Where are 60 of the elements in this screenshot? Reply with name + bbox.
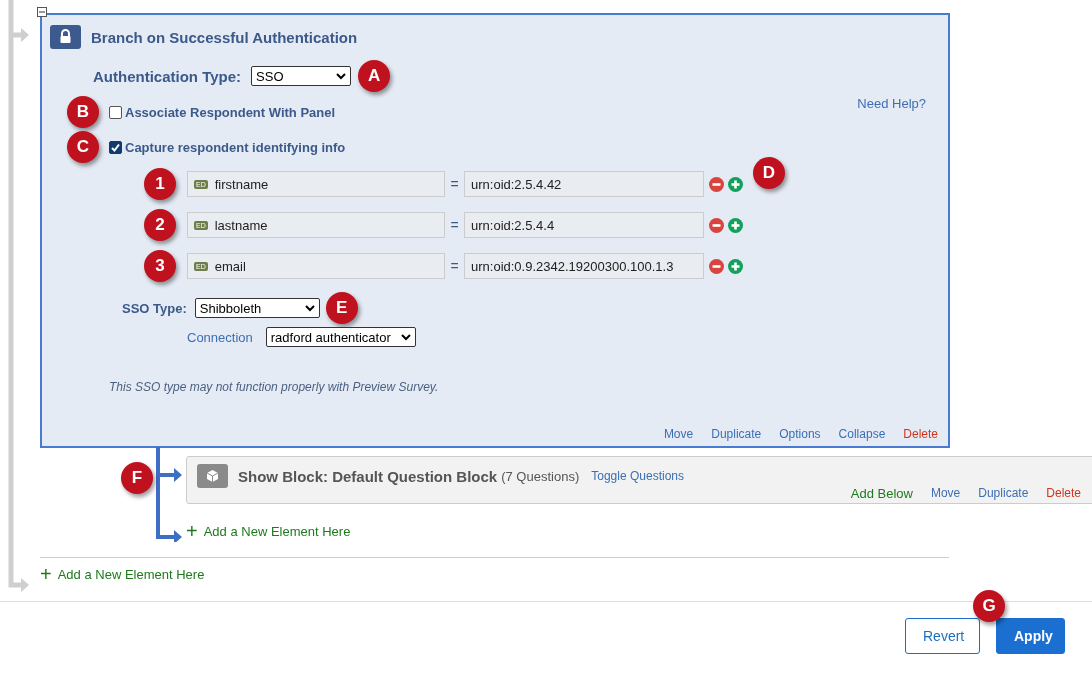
remove-icon[interactable] [709, 176, 724, 192]
field-value: email [214, 258, 246, 274]
add-icon[interactable] [728, 176, 743, 192]
action-link[interactable]: Duplicate [978, 486, 1029, 501]
add-element-link[interactable]: + Add a New Element Here [40, 566, 1092, 582]
field-value: lastname [214, 217, 268, 233]
value-input[interactable]: urn:oid:2.5.4.42 [464, 171, 704, 197]
action-button[interactable]: Revert [905, 618, 980, 654]
action-link[interactable]: Options [779, 427, 821, 441]
callout-badge: D [753, 157, 785, 189]
checkbox[interactable] [109, 140, 122, 154]
toggle-questions-link[interactable]: Toggle Questions [591, 469, 684, 483]
sso-type-select[interactable]: Shibboleth [194, 298, 320, 318]
connection-select[interactable]: radford authenticator [265, 327, 416, 347]
action-link[interactable]: Delete [903, 427, 938, 441]
callout-badge: C [67, 131, 99, 163]
equals-sign: = [449, 176, 460, 192]
connection-label: Connection [187, 329, 253, 345]
remove-icon[interactable] [709, 258, 724, 274]
field-value: firstname [214, 176, 269, 192]
equals-sign: = [449, 217, 460, 233]
question-count: (7 Questions) [501, 468, 580, 484]
add-icon[interactable] [728, 217, 743, 233]
add-element-link[interactable]: + Add a New Element Here [186, 523, 1092, 539]
action-button[interactable]: Apply [996, 618, 1065, 654]
action-link[interactable]: Move [930, 486, 961, 501]
branch-title: Branch on Successful Authentication [91, 28, 358, 46]
sso-type-label: SSO Type: [122, 300, 187, 316]
callout-badge: 2 [144, 209, 176, 241]
action-link[interactable]: Delete [1046, 486, 1081, 501]
checkbox-label: Associate Respondent With Panel [125, 104, 336, 120]
remove-icon[interactable] [709, 217, 724, 233]
equals-sign: = [449, 258, 460, 274]
checkbox-label: Capture respondent identifying info [125, 139, 346, 155]
checkbox[interactable] [109, 105, 122, 119]
callout-badge: G [973, 590, 1005, 622]
value-input[interactable]: urn:oid:2.5.4.4 [464, 212, 704, 238]
callout-badge: 3 [144, 250, 176, 282]
authentication-type-select[interactable]: SSO [251, 66, 352, 86]
callout-badge: 1 [144, 168, 176, 200]
collapse-icon[interactable] [37, 7, 47, 17]
action-link[interactable]: Duplicate [711, 427, 762, 441]
cube-icon [197, 464, 228, 488]
lock-icon [50, 25, 81, 49]
action-link[interactable]: Move [663, 427, 694, 441]
callout-badge: E [325, 292, 358, 324]
need-help-link[interactable]: Need Help? [857, 96, 926, 111]
caret-icon [336, 72, 347, 80]
authentication-type-label: Authentication Type: [93, 67, 242, 85]
action-link[interactable]: Collapse [838, 427, 886, 441]
callout-badge: F [121, 462, 153, 494]
show-block-title: Show Block: Default Question Block [238, 467, 498, 485]
value-input[interactable]: urn:oid:0.9.2342.19200300.100.1.3 [464, 253, 704, 279]
caret-icon [304, 304, 315, 312]
caret-icon [400, 333, 411, 341]
callout-badge: B [67, 96, 99, 128]
add-icon[interactable] [728, 258, 743, 274]
warning-note: This SSO type may not function properly with Preview Survey. [109, 380, 440, 394]
action-link[interactable]: Add Below [850, 486, 913, 501]
callout-badge: A [358, 60, 391, 92]
